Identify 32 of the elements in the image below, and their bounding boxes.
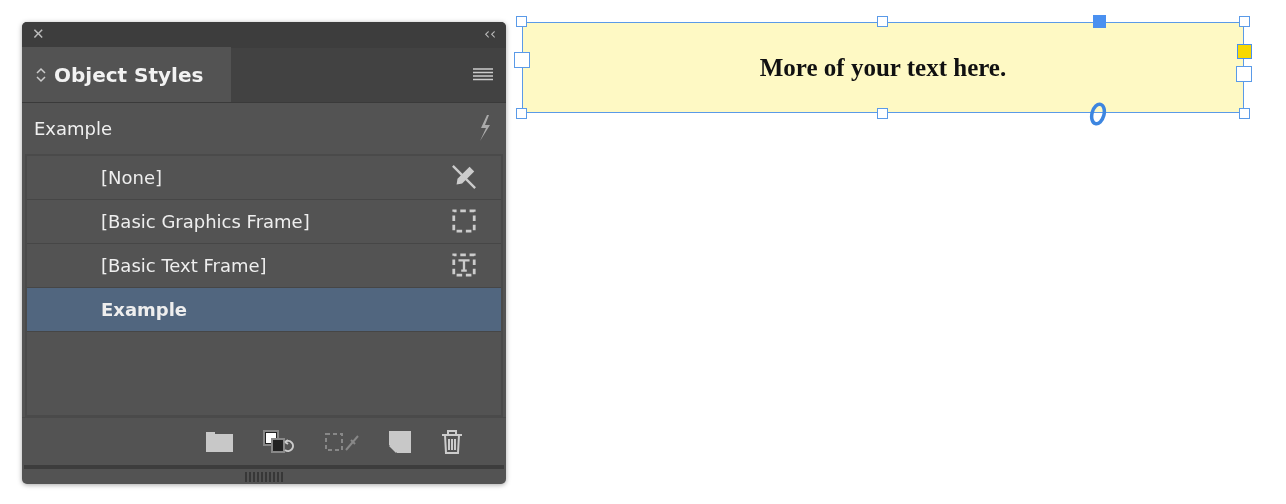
- resize-handle[interactable]: [516, 108, 527, 119]
- out-port[interactable]: [1236, 66, 1252, 82]
- resize-handle[interactable]: [1239, 108, 1250, 119]
- frame-break-icon[interactable]: [325, 431, 359, 452]
- resize-handle[interactable]: [516, 16, 527, 27]
- style-item[interactable]: [None]: [27, 155, 501, 200]
- close-button[interactable]: ✕: [32, 27, 45, 43]
- new-style-icon[interactable]: [389, 430, 411, 453]
- sort-icon: [36, 66, 46, 83]
- style-item[interactable]: Example: [27, 287, 501, 332]
- resize-handle[interactable]: [877, 16, 888, 27]
- resize-handle[interactable]: [877, 108, 888, 119]
- no-style-icon: [451, 164, 477, 191]
- clear-overrides-icon[interactable]: [263, 429, 295, 454]
- style-item[interactable]: [Basic Text Frame]: [27, 243, 501, 288]
- resize-grip-icon[interactable]: [245, 471, 283, 482]
- in-port[interactable]: [514, 52, 530, 68]
- resize-handle[interactable]: [1239, 16, 1250, 27]
- text-frame[interactable]: More of your text here.: [522, 22, 1244, 113]
- effects-icon[interactable]: [1088, 102, 1108, 126]
- adjust-handle[interactable]: [1237, 44, 1252, 59]
- text-frame-icon: [451, 252, 477, 279]
- folder-icon[interactable]: [206, 431, 233, 452]
- collapse-button[interactable]: ‹‹: [484, 27, 496, 43]
- current-style-label: Example: [34, 116, 113, 141]
- frame-text: More of your text here.: [759, 52, 1007, 83]
- menu-icon[interactable]: [473, 68, 493, 82]
- trash-icon[interactable]: [441, 429, 463, 454]
- graphics-frame-icon: [451, 208, 477, 235]
- panel-tab[interactable]: Object Styles: [22, 47, 231, 103]
- style-item[interactable]: [Basic Graphics Frame]: [27, 199, 501, 244]
- corner-handle[interactable]: [1093, 15, 1106, 28]
